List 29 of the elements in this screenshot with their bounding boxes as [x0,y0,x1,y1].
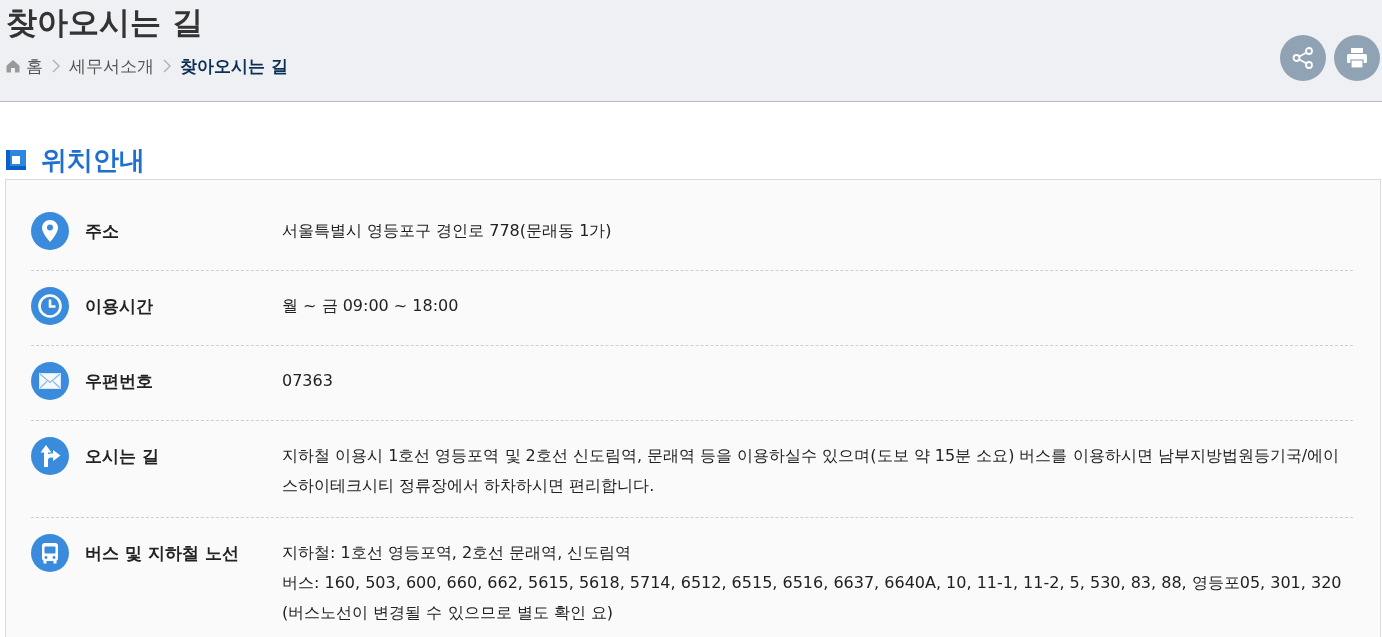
envelope-icon [31,362,69,400]
print-icon [1345,45,1369,70]
clock-icon [31,287,69,325]
section-heading: 위치안내 [41,144,145,176]
page-title: 찾아오시는 길 [6,3,203,42]
home-icon [6,59,20,73]
share-button[interactable] [1280,34,1326,81]
info-value: (버스노선이 변경될 수 있으므로 별도 확인 요) [282,602,613,624]
info-value: 월 ~ 금 09:00 ~ 18:00 [282,295,459,317]
info-value: 지하철: 1호선 영등포역, 2호선 문래역, 신도림역 [282,542,632,564]
info-label: 이용시간 [85,295,154,318]
breadcrumb-link[interactable]: 홈 [6,54,43,78]
chevron-icon [52,59,60,73]
info-value: 07363 [282,370,333,392]
info-label: 오시는 길 [85,445,160,468]
square-bullet-icon [6,150,26,170]
location-pin-icon [31,212,69,250]
print-button[interactable] [1334,34,1380,81]
info-label: 주소 [85,220,120,243]
breadcrumb-link[interactable]: 찾아오시는 길 [180,54,288,78]
bus-icon [31,534,69,572]
info-label: 우편번호 [85,370,154,393]
share-icon [1291,45,1315,70]
info-value: 서울특별시 영등포구 경인로 778(문래동 1가) [282,220,612,242]
info-value: 지하철 이용시 1호선 영등포역 및 2호선 신도림역, 문래역 등을 이용하실수 있으며(도보 약 15분 소요) 버스를 이용하시면 남부지방법원등기국/에이스하이테크시티 정류장에서 하차하시면 편리합니다. [282,445,1341,497]
info-value: 버스: 160, 503, 600, 660, 662, 5615, 5618, 5714, 6512, 6515, 6516, 6637, 6640A, 10, 11-1, 11-2, 5, 530, 83, 88, 영등포05, 301, 320 [282,572,1342,594]
breadcrumb-link[interactable]: 세무서소개 [69,54,154,78]
info-label: 버스 및 지하철 노선 [85,542,240,565]
chevron-icon [163,59,171,73]
